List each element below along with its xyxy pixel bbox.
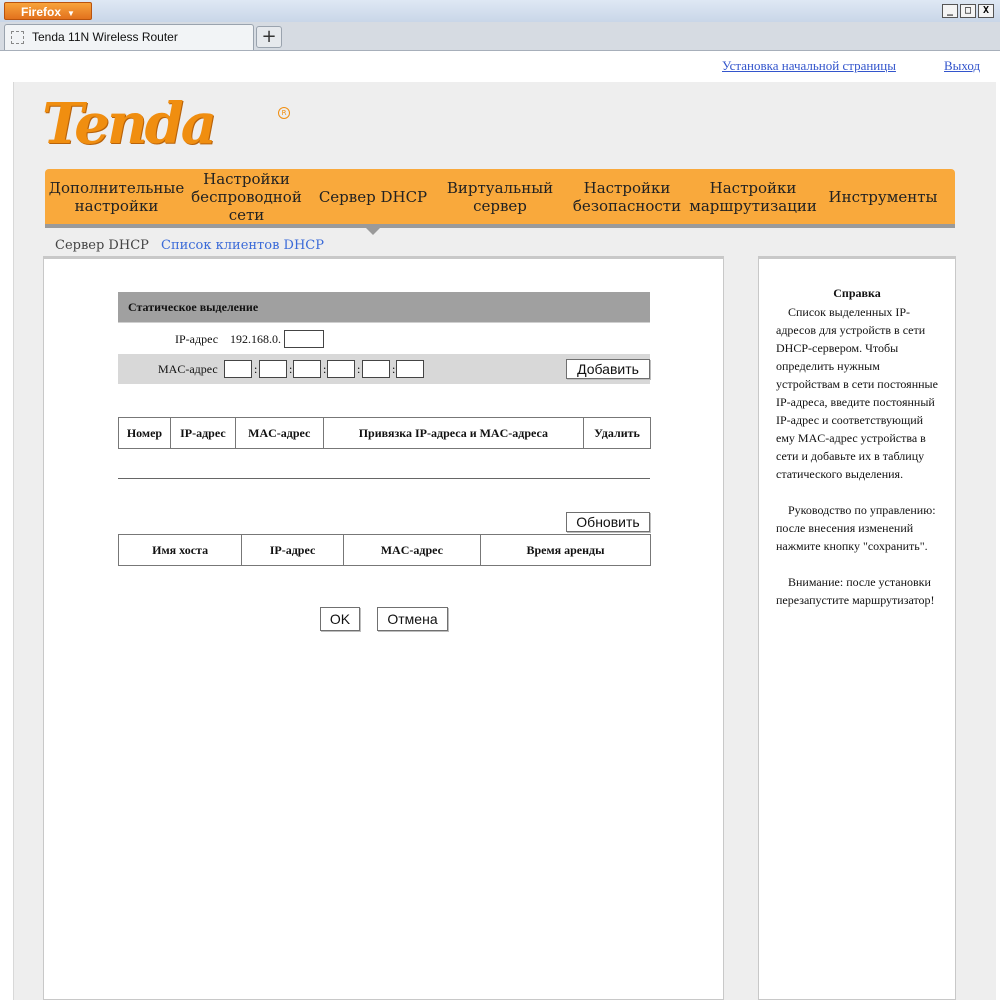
section-divider xyxy=(118,478,650,479)
maximize-button[interactable]: □ xyxy=(960,4,976,18)
browser-tab-title: Tenda 11N Wireless Router xyxy=(32,30,178,44)
mac-separator: : xyxy=(392,362,396,376)
nav-item-wireless[interactable]: Настройки беспроводной сети xyxy=(188,169,305,224)
static-allocation-header: Статическое выделение xyxy=(118,292,650,322)
add-button[interactable]: Добавить xyxy=(566,359,650,379)
col-mac: MAC-адрес xyxy=(234,417,324,449)
nav-item-virtual-server[interactable]: Виртуальный сервер xyxy=(441,169,559,224)
ip-last-octet-input[interactable] xyxy=(284,330,324,348)
col-ip: IP-адрес xyxy=(241,534,344,566)
help-paragraph-2: Руководство по управлению: после внесени… xyxy=(776,503,936,553)
mac-separator: : xyxy=(289,362,293,376)
browser-tab[interactable]: Tenda 11N Wireless Router xyxy=(4,24,254,50)
col-mac: MAC-адрес xyxy=(342,534,481,566)
ok-button[interactable]: OK xyxy=(320,607,360,631)
mac-octet-5-input[interactable] xyxy=(362,360,390,378)
minimize-button[interactable]: _ xyxy=(942,4,958,18)
help-paragraph-3: Внимание: после установки перезапустите … xyxy=(776,575,935,607)
col-delete: Удалить xyxy=(583,417,651,449)
mac-separator: : xyxy=(323,362,327,376)
mac-separator: : xyxy=(357,362,361,376)
mac-octet-4-input[interactable] xyxy=(327,360,355,378)
main-nav: Дополнительные настройки Настройки беспр… xyxy=(45,169,955,235)
mac-octet-2-input[interactable] xyxy=(259,360,287,378)
firefox-menu-button[interactable]: Firefox ▼ xyxy=(4,2,92,20)
col-lease-time: Время аренды xyxy=(479,534,652,566)
page-favicon-icon xyxy=(11,31,24,44)
nav-item-advanced[interactable]: Дополнительные настройки xyxy=(45,169,188,224)
mac-octet-1-input[interactable] xyxy=(224,360,252,378)
col-binding: Привязка IP-адреса и MAC-адреса xyxy=(322,417,585,449)
table-header-row: Номер IP-адрес MAC-адрес Привязка IP-адр… xyxy=(118,417,651,449)
nav-item-dhcp[interactable]: Сервер DHCP xyxy=(305,169,441,235)
clients-table: Имя хоста IP-адрес MAC-адрес Время аренд… xyxy=(117,534,652,566)
tenda-logo: Tenda xyxy=(42,91,217,157)
nav-underline xyxy=(45,224,955,228)
subnav-current: Сервер DHCP xyxy=(55,238,149,253)
subnav-dhcp-clients-link[interactable]: Список клиентов DHCP xyxy=(161,238,324,253)
mac-octet-3-input[interactable] xyxy=(293,360,321,378)
refresh-button[interactable]: Обновить xyxy=(566,512,650,532)
col-ip: IP-адрес xyxy=(169,417,236,449)
mac-address-label: MAC-адрес xyxy=(158,362,218,376)
ip-address-label: IP-адрес xyxy=(175,332,219,346)
new-tab-button[interactable]: + xyxy=(256,26,282,48)
ip-prefix: 192.168.0. xyxy=(230,332,281,346)
binding-table: Номер IP-адрес MAC-адрес Привязка IP-адр… xyxy=(118,417,651,449)
firefox-menu-label: Firefox xyxy=(21,5,62,19)
col-hostname: Имя хоста xyxy=(117,534,243,566)
col-number: Номер xyxy=(118,417,171,449)
dropdown-caret-icon: ▼ xyxy=(67,9,75,18)
mac-separator: : xyxy=(254,362,258,376)
browser-tab-bar: Tenda 11N Wireless Router + xyxy=(0,22,1000,51)
close-window-button[interactable]: X xyxy=(978,4,994,18)
table-header-row: Имя хоста IP-адрес MAC-адрес Время аренд… xyxy=(117,534,652,566)
home-setup-link[interactable]: Установка начальной страницы xyxy=(722,58,896,74)
nav-item-tools[interactable]: Инструменты xyxy=(811,169,955,224)
help-paragraph-1: Список выделенных IP-адресов для устройс… xyxy=(776,305,938,481)
browser-title-bar: Firefox ▼ _ □ X xyxy=(0,0,1000,23)
header-divider xyxy=(118,322,650,323)
nav-item-routing[interactable]: Настройки маршрутизации xyxy=(689,169,817,224)
nav-item-security[interactable]: Настройки безопасности xyxy=(559,169,695,224)
registered-mark-icon: R xyxy=(278,107,290,119)
logout-link[interactable]: Выход xyxy=(944,58,980,74)
cancel-button[interactable]: Отмена xyxy=(377,607,448,631)
mac-octet-6-input[interactable] xyxy=(396,360,424,378)
help-title: Справка xyxy=(833,286,881,300)
